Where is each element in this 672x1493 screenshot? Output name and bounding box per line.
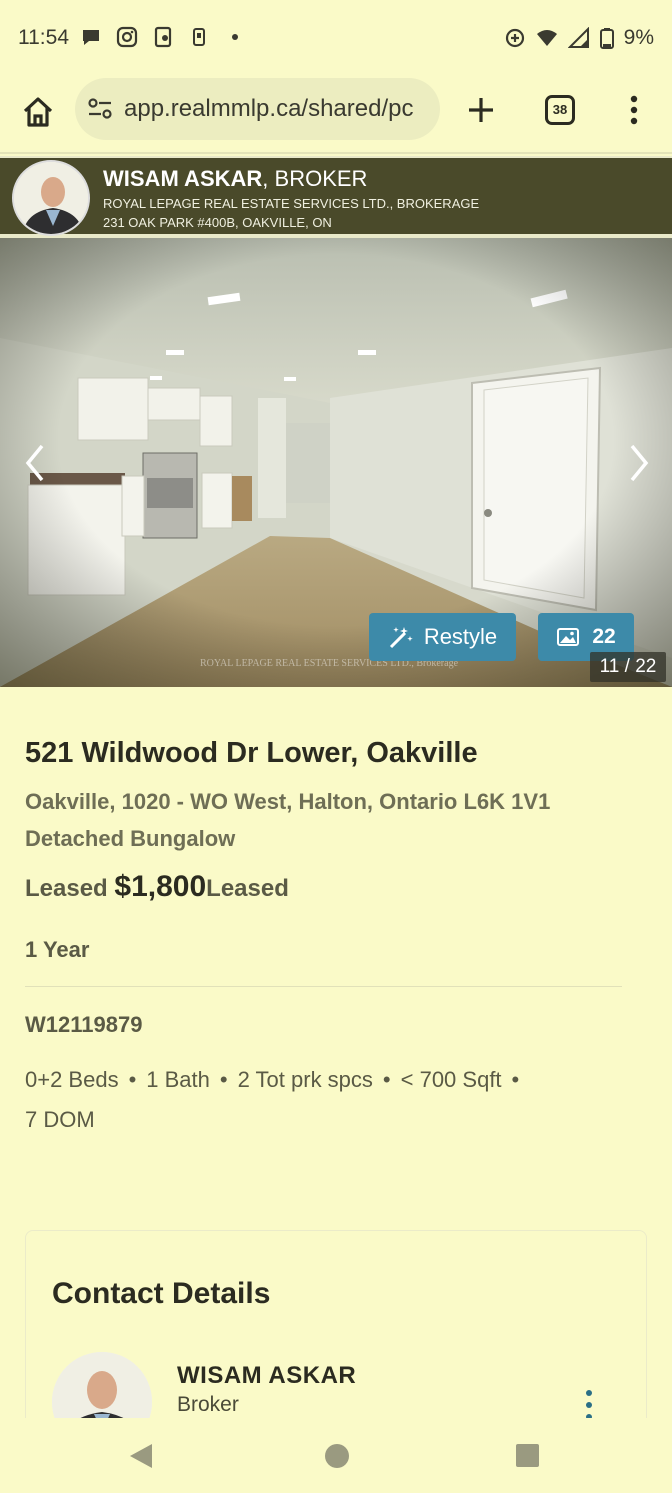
data-saver-icon (505, 28, 524, 48)
status-time: 11:54 (18, 26, 69, 49)
previous-photo-icon[interactable] (20, 438, 50, 488)
image-icon (557, 628, 580, 646)
chat-bubble-icon (83, 30, 99, 45)
contact-more-icon[interactable] (582, 1388, 596, 1422)
mls-number: W12119879 (25, 1012, 143, 1037)
parking: 2 Tot prk spcs (237, 1067, 373, 1092)
signal-icon (567, 27, 589, 48)
listing-status: Leased (25, 875, 115, 902)
instagram-icon (116, 26, 138, 48)
details-divider (25, 986, 622, 987)
agent-header: WISAM ASKAR, BROKER ROYAL LEPAGE REAL ES… (0, 156, 672, 238)
phone-app-icon (154, 26, 172, 48)
agent-title: , BROKER (262, 166, 368, 191)
agent-avatar (12, 160, 90, 236)
battery-icon (599, 28, 614, 49)
restyle-button[interactable]: Restyle (369, 613, 516, 661)
listing-photo-carousel[interactable]: ROYAL LEPAGE REAL ESTATE SERVICES LTD., … (0, 238, 672, 687)
photo-counter: 11 / 22 (590, 652, 666, 682)
price-row: Leased $1,800Leased (25, 870, 289, 904)
url-text: app.realmmlp.ca/shared/pc (124, 95, 414, 122)
battery-level: 9% (623, 26, 654, 49)
days-on-market: 7 DOM (25, 1107, 95, 1132)
photo-count: 22 (592, 625, 616, 648)
address-bar[interactable]: app.realmmlp.ca/shared/pc (75, 78, 440, 140)
listing-type: Detached Bungalow (25, 826, 236, 851)
browser-toolbar: app.realmmlp.ca/shared/pc 38 (0, 78, 672, 150)
magic-wand-icon (389, 627, 413, 649)
overflow-menu-icon[interactable] (622, 92, 646, 128)
system-navigation-bar (0, 1418, 672, 1493)
listing-status-badge: Leased (206, 875, 289, 902)
status-bar: 11:54 9% (0, 0, 672, 78)
recents-icon[interactable] (516, 1444, 539, 1467)
toolbar-divider (0, 152, 672, 154)
listing-address: 521 Wildwood Dr Lower, Oakville (25, 737, 478, 769)
notification-icons (80, 26, 246, 48)
system-icons: 9% (504, 26, 654, 50)
agent-address: 231 OAK PARK #400B, OAKVILLE, ON (103, 215, 332, 230)
listing-price: $1,800 (114, 870, 207, 903)
contact-role: Broker (177, 1393, 239, 1416)
home-nav-icon[interactable] (325, 1444, 349, 1468)
beds: 0+2 Beds (25, 1067, 119, 1092)
site-settings-icon[interactable] (87, 97, 113, 121)
agent-name-line: WISAM ASKAR, BROKER (103, 166, 367, 192)
next-photo-icon[interactable] (624, 438, 654, 488)
listing-area: Oakville, 1020 - WO West, Halton, Ontari… (25, 789, 551, 814)
new-tab-icon[interactable] (463, 92, 499, 128)
tab-switcher-button[interactable]: 38 (545, 95, 575, 125)
square-footage: < 700 Sqft (400, 1067, 502, 1092)
baths: 1 Bath (146, 1067, 210, 1092)
wifi-icon (536, 30, 557, 46)
tablet-icon (193, 28, 205, 46)
back-icon[interactable] (128, 1442, 156, 1470)
agent-name: WISAM ASKAR (103, 166, 263, 191)
lease-term: 1 Year (25, 937, 90, 962)
restyle-label: Restyle (423, 624, 498, 649)
agent-brokerage: ROYAL LEPAGE REAL ESTATE SERVICES LTD., … (103, 196, 480, 211)
home-icon[interactable] (20, 94, 56, 130)
contact-title: Contact Details (52, 1277, 271, 1310)
listing-facts: 0+2 Beds • 1 Bath • 2 Tot prk spcs • < 700 Sqf… (25, 1067, 520, 1132)
more-notifications-dot-icon (232, 34, 238, 40)
contact-name: WISAM ASKAR (177, 1362, 357, 1389)
